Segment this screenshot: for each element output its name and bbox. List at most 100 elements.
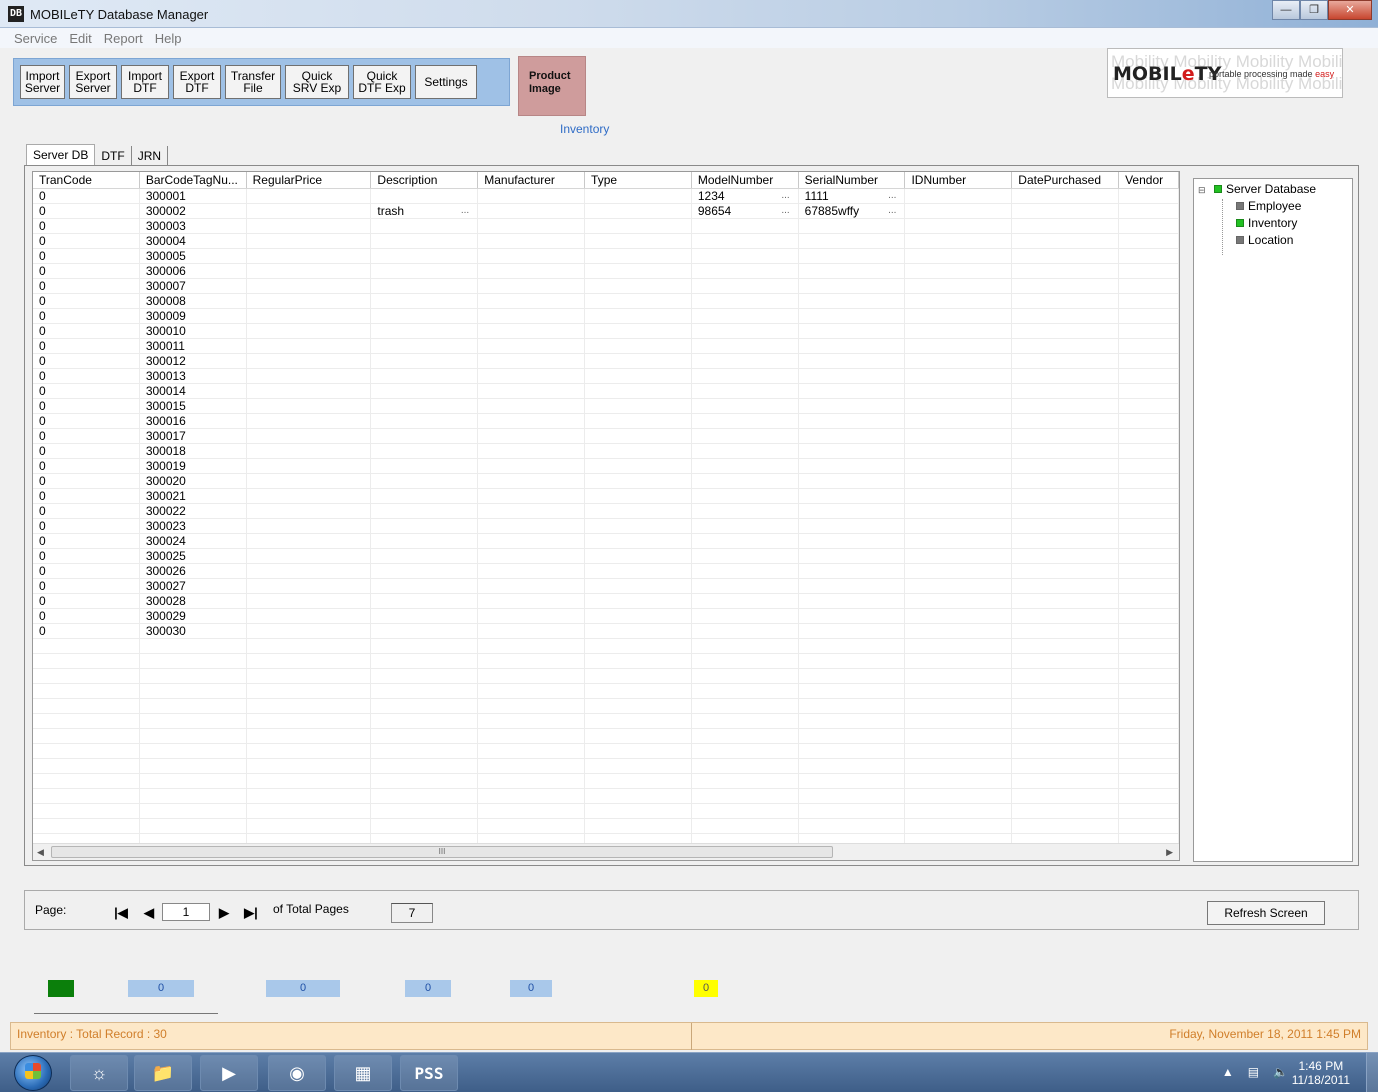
table-row[interactable] [33,759,1179,774]
import-server-button[interactable]: Import Server [20,65,65,99]
close-icon[interactable]: ✕ [1328,0,1372,20]
table-cell[interactable] [247,204,372,218]
table-cell[interactable]: 300005 [140,249,247,263]
table-cell[interactable] [478,189,586,203]
table-row[interactable]: 0 300026 [33,564,1179,579]
table-cell[interactable] [1012,804,1120,818]
quick-srv-exp-button[interactable]: Quick SRV Exp [285,65,349,99]
terminal-app-icon[interactable]: ▦ [334,1055,392,1091]
table-cell[interactable] [247,759,372,773]
table-row[interactable]: 0 300005 [33,249,1179,264]
table-cell[interactable] [371,654,479,668]
table-cell[interactable] [1119,789,1179,803]
table-cell[interactable] [692,669,799,683]
table-cell[interactable]: 300002 [140,204,247,218]
table-row[interactable]: 0 300003 [33,219,1179,234]
table-cell[interactable] [140,654,247,668]
table-cell[interactable] [905,729,1013,743]
import-dtf-button[interactable]: Import DTF [121,65,169,99]
table-cell[interactable] [1119,714,1179,728]
quick-dtf-exp-button[interactable]: Quick DTF Exp [353,65,411,99]
table-cell[interactable] [799,819,906,833]
table-cell[interactable] [1119,189,1179,203]
table-cell[interactable] [1119,669,1179,683]
table-cell[interactable] [585,534,692,548]
table-cell[interactable] [371,564,479,578]
table-cell[interactable] [247,789,372,803]
table-cell[interactable] [585,549,692,563]
table-cell[interactable] [247,234,372,248]
table-cell[interactable] [692,684,799,698]
table-cell[interactable] [1119,744,1179,758]
table-cell[interactable] [1119,459,1179,473]
table-cell[interactable] [1012,444,1120,458]
table-cell[interactable] [905,414,1013,428]
table-cell[interactable] [905,324,1013,338]
table-cell[interactable] [692,519,799,533]
scroll-right-icon[interactable]: ▶ [1166,847,1173,858]
last-page-icon[interactable]: ▶| [241,903,261,923]
table-cell[interactable] [1012,234,1120,248]
table-cell[interactable]: 0 [33,189,140,203]
table-cell[interactable] [478,474,586,488]
show-hidden-icons-icon[interactable]: ▲ [1222,1065,1234,1079]
table-cell[interactable] [478,624,586,638]
file-explorer-icon[interactable]: 📁 [134,1055,192,1091]
table-cell[interactable] [799,414,906,428]
next-page-icon[interactable]: ▶ [214,903,234,923]
table-row[interactable]: 0 300027 [33,579,1179,594]
table-cell[interactable]: 0 [33,594,140,608]
table-cell[interactable]: 300017 [140,429,247,443]
menu-report[interactable]: Report [98,31,149,46]
table-cell[interactable] [140,684,247,698]
column-header[interactable]: SerialNumber [799,172,906,188]
table-cell[interactable] [140,774,247,788]
table-cell[interactable] [371,384,479,398]
green-disc-app-icon[interactable]: ◉ [268,1055,326,1091]
table-cell[interactable] [478,744,586,758]
table-row[interactable]: 0 300008 [33,294,1179,309]
table-cell[interactable] [799,249,906,263]
table-cell[interactable] [371,474,479,488]
table-cell[interactable] [247,564,372,578]
table-cell[interactable] [371,189,479,203]
table-cell[interactable]: 0 [33,384,140,398]
table-cell[interactable]: 300007 [140,279,247,293]
table-row[interactable]: 0 300024 [33,534,1179,549]
table-cell[interactable] [1119,489,1179,503]
table-row[interactable]: 0 300030 [33,624,1179,639]
table-cell[interactable] [1012,699,1120,713]
table-cell[interactable] [478,504,586,518]
table-row[interactable] [33,669,1179,684]
table-cell[interactable] [905,699,1013,713]
table-cell[interactable]: 300028 [140,594,247,608]
table-row[interactable]: 0 300015 [33,399,1179,414]
table-cell[interactable] [799,324,906,338]
table-cell[interactable] [478,204,586,218]
table-cell[interactable] [478,804,586,818]
table-cell[interactable] [905,579,1013,593]
table-cell[interactable] [371,264,479,278]
table-cell[interactable] [692,264,799,278]
table-cell[interactable] [585,354,692,368]
table-cell[interactable] [799,279,906,293]
table-row[interactable]: 0 300019 [33,459,1179,474]
table-cell[interactable] [905,564,1013,578]
table-cell[interactable]: 300030 [140,624,247,638]
table-cell[interactable] [478,399,586,413]
table-cell[interactable]: 300019 [140,459,247,473]
table-cell[interactable] [371,579,479,593]
table-cell[interactable] [1119,729,1179,743]
table-cell[interactable]: 0 [33,414,140,428]
table-cell[interactable] [692,729,799,743]
table-cell[interactable] [585,789,692,803]
table-cell[interactable]: 0 [33,204,140,218]
table-cell[interactable] [585,714,692,728]
table-cell[interactable] [371,414,479,428]
table-cell[interactable] [692,639,799,653]
table-cell[interactable] [692,369,799,383]
table-cell[interactable] [478,549,586,563]
table-cell[interactable] [371,819,479,833]
table-cell[interactable] [1012,729,1120,743]
table-cell[interactable] [905,609,1013,623]
